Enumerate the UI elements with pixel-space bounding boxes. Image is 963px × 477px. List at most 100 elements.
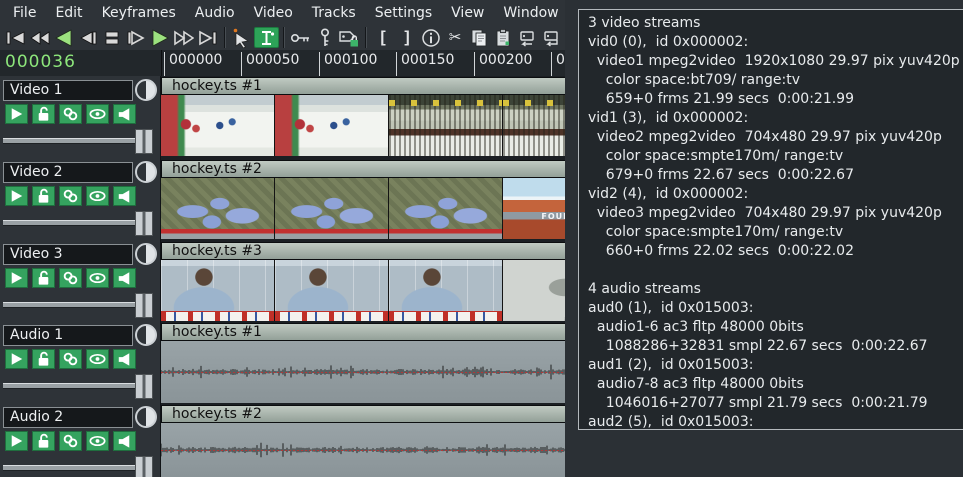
fader-handle[interactable] [135,129,153,154]
fader-handle[interactable] [135,293,153,318]
fast-forward-button[interactable] [172,26,196,49]
arm-toggle[interactable] [32,186,55,206]
fader-slider[interactable] [2,456,155,477]
menu-settings[interactable]: Settings [375,5,432,21]
track-title-field[interactable]: Video 3 [3,244,133,265]
expander-icon[interactable] [135,161,157,183]
toggle-label-icon[interactable] [419,26,443,49]
clip-thumbnail[interactable] [161,178,275,239]
track-title-field[interactable]: Audio 2 [3,407,133,428]
previous-edit-icon[interactable] [515,26,539,49]
goto-start-button[interactable] [4,26,28,49]
mute-toggle[interactable] [113,268,136,288]
play-reverse-button[interactable] [52,26,76,49]
clip-thumbnail[interactable] [389,95,503,156]
video-thumbnail-strip[interactable]: FOUR D [161,178,568,239]
gang-toggle[interactable] [59,431,82,451]
track-title-field[interactable]: Video 2 [3,162,133,183]
draw-toggle[interactable] [86,349,109,369]
goto-end-button[interactable] [196,26,220,49]
menu-tracks[interactable]: Tracks [312,5,356,21]
menu-view[interactable]: View [451,5,484,21]
fader-slider[interactable] [2,374,155,397]
play-forward-button[interactable] [148,26,172,49]
clip-title-bar[interactable]: hockey.ts #1 [161,323,568,341]
track-title-field[interactable]: Audio 1 [3,325,133,346]
paste-button[interactable] [491,26,515,49]
gang-toggle[interactable] [59,268,82,288]
arm-toggle[interactable] [32,104,55,124]
clip-title-bar[interactable]: hockey.ts #2 [161,405,568,423]
mute-toggle[interactable] [113,431,136,451]
frame-reverse-button[interactable] [76,26,100,49]
menu-keyframes[interactable]: Keyframes [102,5,176,21]
generate-keyframes-icon[interactable] [289,26,313,49]
expander-icon[interactable] [135,324,157,346]
expander-icon[interactable] [135,406,157,428]
fader-slider[interactable] [2,211,155,234]
clip-thumbnail[interactable] [275,95,389,156]
play-toggle[interactable] [5,268,28,288]
span-keyframes-icon[interactable] [313,26,337,49]
menu-video[interactable]: Video [254,5,293,21]
video-thumbnail-strip[interactable] [161,95,568,156]
draw-toggle[interactable] [86,186,109,206]
clip-thumbnail[interactable] [503,260,568,321]
audio-waveform[interactable] [161,341,568,403]
timecode-display[interactable]: 000036 [5,52,76,72]
out-point-button[interactable]: ] [395,26,419,49]
draw-toggle[interactable] [86,104,109,124]
draw-toggle[interactable] [86,268,109,288]
play-toggle[interactable] [5,349,28,369]
fader-handle[interactable] [135,456,153,477]
clip-thumbnail[interactable] [161,95,275,156]
mute-toggle[interactable] [113,186,136,206]
in-point-button[interactable]: [ [371,26,395,49]
fader-handle[interactable] [135,211,153,236]
clip-thumbnail[interactable] [161,260,275,321]
ibeam-edit-mode-button[interactable] [254,27,279,48]
lock-labels-icon[interactable] [337,26,361,49]
video-thumbnail-strip[interactable] [161,260,568,321]
arm-toggle[interactable] [32,349,55,369]
clip-thumbnail[interactable] [503,95,568,156]
play-toggle[interactable] [5,431,28,451]
menu-window[interactable]: Window [503,5,558,21]
fast-reverse-button[interactable] [28,26,52,49]
clip-thumbnail[interactable]: FOUR D [503,178,568,239]
clip-thumbnail[interactable] [275,260,389,321]
play-toggle[interactable] [5,186,28,206]
clip-thumbnail[interactable] [389,260,503,321]
mute-toggle[interactable] [113,104,136,124]
menu-edit[interactable]: Edit [55,5,82,21]
copy-button[interactable] [467,26,491,49]
expander-icon[interactable] [135,79,157,101]
gang-toggle[interactable] [59,186,82,206]
arm-toggle[interactable] [32,268,55,288]
arm-toggle[interactable] [32,431,55,451]
fader-slider[interactable] [2,129,155,152]
clip-title-bar[interactable]: hockey.ts #2 [161,160,568,178]
track-title-field[interactable]: Video 1 [3,80,133,101]
expander-icon[interactable] [135,243,157,265]
gang-toggle[interactable] [59,349,82,369]
fader-handle[interactable] [135,374,153,399]
timeline-canvas[interactable]: hockey.ts #1 hockey.ts #2 FOUR D hockey.… [161,76,568,477]
mute-toggle[interactable] [113,349,136,369]
cut-button[interactable]: ✂ [443,26,467,49]
menu-file[interactable]: File [13,5,36,21]
play-toggle[interactable] [5,104,28,124]
draw-toggle[interactable] [86,431,109,451]
clip-title-bar[interactable]: hockey.ts #3 [161,242,568,260]
next-edit-icon[interactable] [539,26,563,49]
audio-waveform[interactable] [161,423,568,477]
clip-thumbnail[interactable] [389,178,503,239]
stop-button[interactable] [100,26,124,49]
menu-audio[interactable]: Audio [195,5,235,21]
timeline-ruler[interactable]: 000000 000050 000100 000150 000200 0 [161,50,569,76]
fader-slider[interactable] [2,293,155,316]
clip-thumbnail[interactable] [275,178,389,239]
arrow-edit-mode-button[interactable] [230,26,254,49]
gang-toggle[interactable] [59,104,82,124]
frame-forward-button[interactable] [124,26,148,49]
